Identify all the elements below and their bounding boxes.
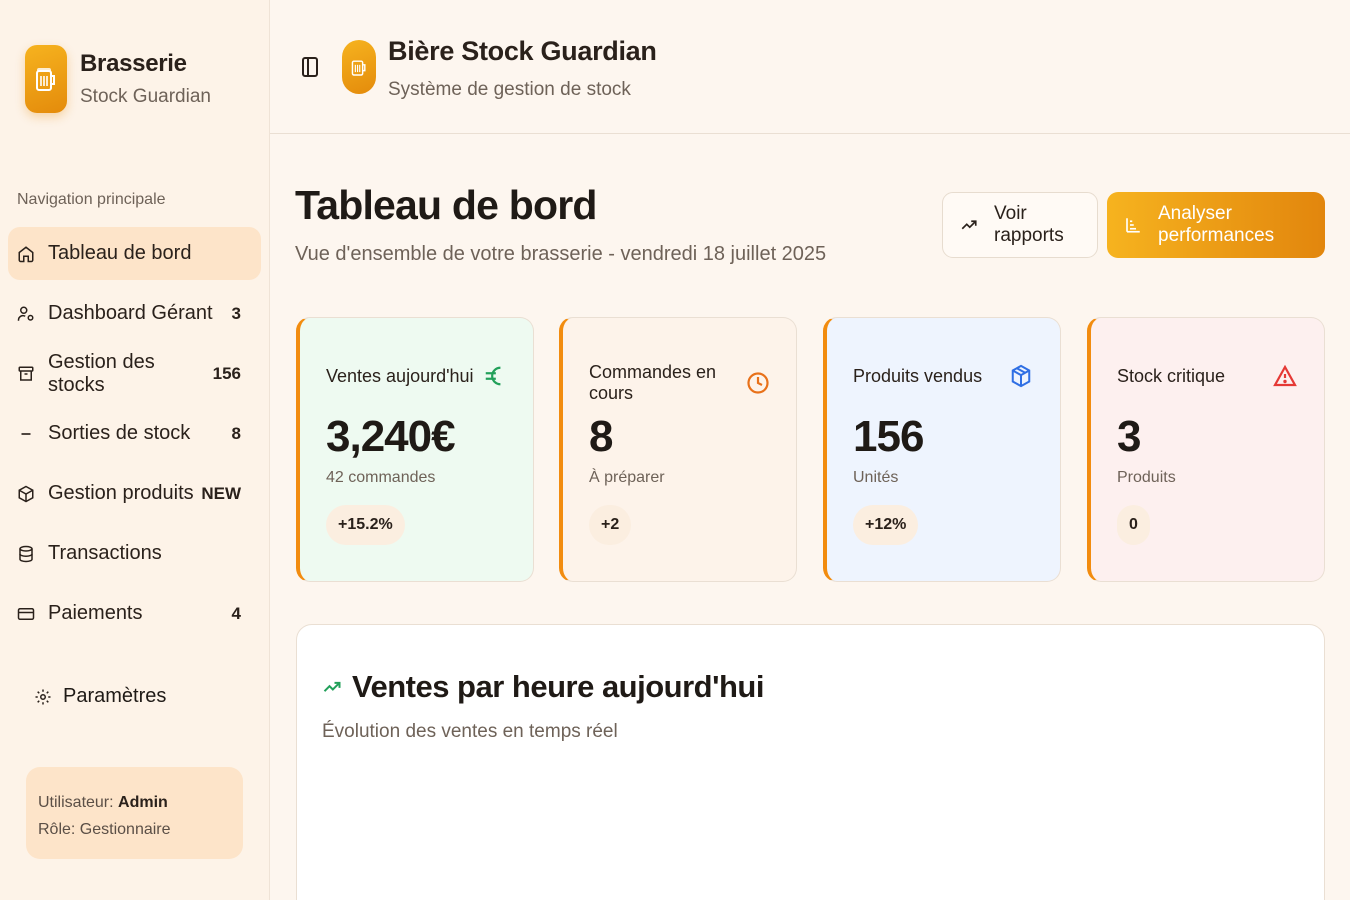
sidebar-item-badge: 3 [231, 303, 241, 323]
sidebar-item-paiements[interactable]: Paiements 4 [8, 587, 261, 640]
user-prefix: Utilisateur: [38, 794, 119, 811]
stat-trend-badge: 0 [1117, 505, 1150, 545]
sidebar-item-gestion-produits[interactable]: Gestion produits NEW [8, 467, 261, 520]
view-reports-button[interactable]: Voir rapports [942, 192, 1098, 258]
panel-subtitle: Évolution des ventes en temps réel [322, 721, 618, 742]
stat-value: 8 [589, 412, 614, 461]
page-title: Tableau de bord [295, 182, 597, 228]
user-cog-icon [16, 304, 36, 324]
package-icon [16, 484, 36, 504]
top-header: Bière Stock Guardian Système de gestion … [270, 0, 1350, 134]
clock-icon [746, 369, 770, 397]
stat-label: Stock critique [1117, 365, 1226, 386]
user-role: Rôle: Gestionnaire [38, 821, 171, 838]
trending-up-icon [960, 216, 978, 234]
sidebar-item-label: Dashboard Gérant [48, 302, 213, 324]
stat-card-sales: Ventes aujourd'hui 3,240€ 42 commandes +… [296, 317, 534, 582]
user-line: Utilisateur: Admin [38, 789, 231, 816]
stat-label: Ventes aujourd'hui [326, 365, 474, 386]
sidebar-item-label: Paiements [48, 602, 143, 624]
sidebar-item-gestion-des-stocks[interactable]: Gestion des stocks 156 [8, 347, 261, 400]
page-subtitle: Vue d'ensemble de votre brasserie - vend… [295, 243, 827, 265]
user-name: Admin [118, 794, 168, 811]
user-info-card: Utilisateur: Admin Rôle: Gestionnaire [26, 767, 243, 859]
sidebar-item-label: Gestion produits [48, 482, 194, 504]
analyze-performance-label: Analyser performances [1158, 203, 1275, 246]
sidebar-item-badge: 156 [212, 363, 241, 383]
sidebar-item-label: Sorties de stock [48, 422, 191, 444]
sidebar-item-transactions[interactable]: Transactions [8, 527, 261, 580]
stat-card-products-sold: Produits vendus 156 Unités +12% [823, 317, 1061, 582]
alert-triangle-icon [1272, 362, 1298, 390]
sidebar-item-dashboard-gerant[interactable]: Dashboard Gérant 3 [8, 287, 261, 340]
panel-title-row: Ventes par heure aujourd'hui [322, 669, 764, 705]
gear-icon [33, 687, 53, 707]
nav-section-label: Navigation principale [17, 191, 166, 208]
stat-value: 3,240€ [326, 412, 456, 461]
home-icon [16, 244, 36, 264]
beer-logo-icon [25, 45, 67, 113]
stat-subtext: Produits [1117, 469, 1176, 486]
archive-icon [16, 364, 36, 384]
stat-card-critical-stock: Stock critique 3 Produits 0 [1087, 317, 1325, 582]
trending-up-icon [322, 676, 344, 698]
analyze-performance-button[interactable]: Analyser performances [1107, 192, 1325, 258]
beer-logo-icon [342, 40, 376, 94]
sidebar: Brasserie Stock Guardian Navigation prin… [0, 0, 270, 900]
sidebar-item-label: Gestion des stocks [48, 350, 155, 396]
brand-subtitle: Stock Guardian [80, 86, 211, 107]
stat-subtext: À préparer [589, 469, 665, 486]
stat-label: Commandes en cours [589, 362, 717, 403]
stat-value: 3 [1117, 412, 1142, 461]
sidebar-item-tableau-de-bord[interactable]: Tableau de bord [8, 227, 261, 280]
brand[interactable]: Brasserie Stock Guardian [25, 45, 211, 113]
euro-icon [481, 362, 507, 390]
sidebar-item-sorties-de-stock[interactable]: Sorties de stock 8 [8, 407, 261, 460]
stat-value: 156 [853, 412, 924, 461]
credit-card-icon [16, 604, 36, 624]
stat-trend-badge: +2 [589, 505, 632, 545]
view-reports-label: Voir rapports [994, 203, 1064, 246]
panel-title: Ventes par heure aujourd'hui [352, 669, 764, 704]
brand-title: Brasserie [80, 50, 187, 77]
stat-trend-badge: +15.2% [326, 505, 405, 545]
database-icon [16, 544, 36, 564]
app-title: Bière Stock Guardian [388, 36, 657, 66]
minus-icon [16, 424, 36, 444]
sidebar-toggle-icon[interactable] [300, 55, 320, 79]
sidebar-item-badge: NEW [201, 483, 241, 503]
sidebar-item-label: Transactions [48, 542, 162, 564]
settings-link[interactable]: Paramètres [33, 685, 166, 708]
sidebar-item-badge: 8 [231, 423, 241, 443]
stat-trend-badge: +12% [853, 505, 919, 545]
app-subtitle: Système de gestion de stock [388, 79, 631, 100]
sidebar-item-badge: 4 [231, 603, 241, 623]
stat-subtext: Unités [853, 469, 899, 486]
bar-chart-icon [1124, 216, 1142, 234]
stat-label: Produits vendus [853, 365, 983, 386]
settings-label: Paramètres [63, 685, 167, 707]
stat-card-orders: Commandes en cours 8 À préparer +2 [559, 317, 797, 582]
package-icon [1008, 362, 1034, 390]
stat-subtext: 42 commandes [326, 469, 436, 486]
hourly-sales-panel: Ventes par heure aujourd'hui Évolution d… [296, 624, 1325, 900]
main-nav: Tableau de bord Dashboard Gérant 3 Gesti… [8, 227, 261, 647]
sidebar-item-label: Tableau de bord [48, 242, 192, 264]
